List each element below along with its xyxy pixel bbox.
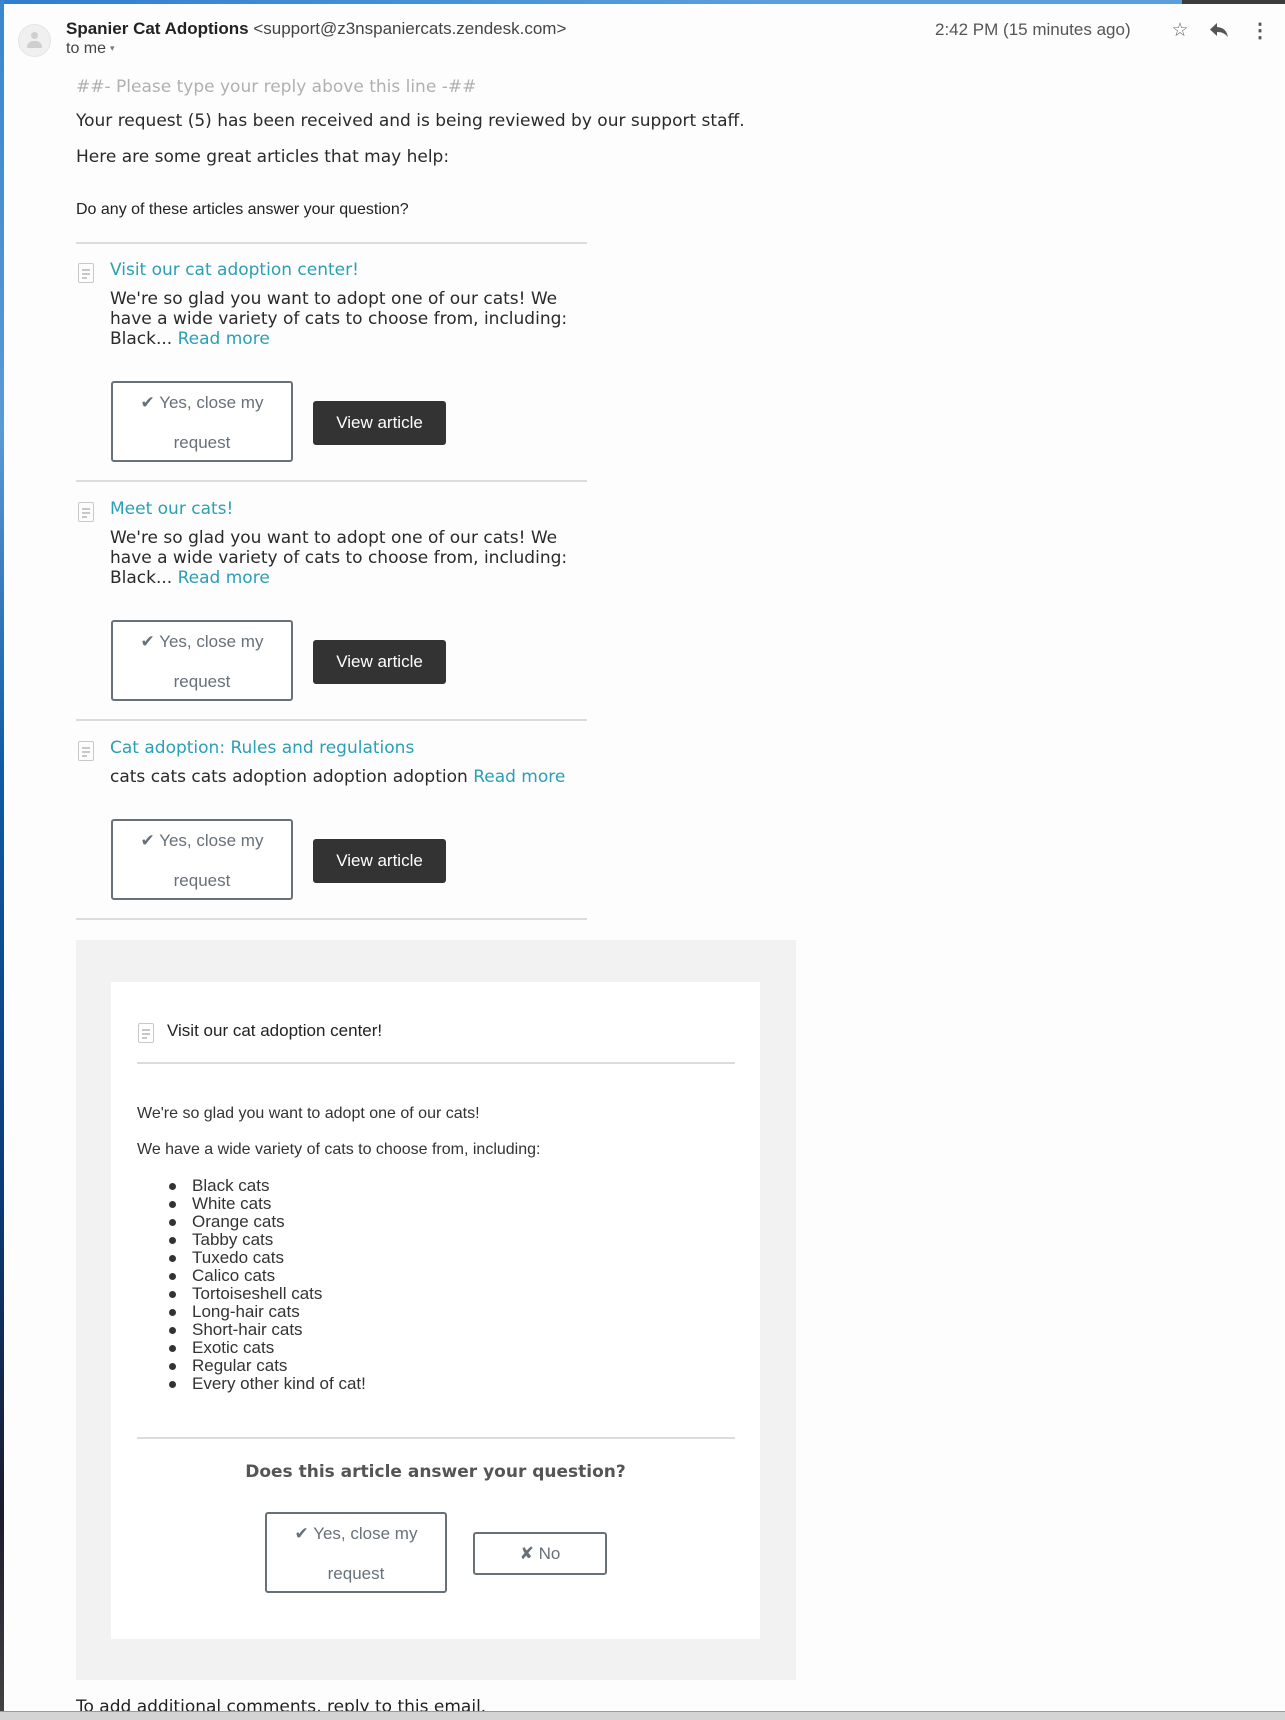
divider <box>76 480 587 482</box>
bullet-icon <box>169 1363 176 1370</box>
yes-close-request-button[interactable]: ✔ Yes, close my request <box>111 381 293 462</box>
cat-type-item: Long-hair cats <box>137 1303 366 1321</box>
reply-above-line: ##- Please type your reply above this li… <box>76 77 477 97</box>
sender-avatar <box>18 24 51 57</box>
yes-close-request-button[interactable]: ✔ Yes, close my request <box>265 1512 447 1593</box>
view-article-button[interactable]: View article <box>313 839 446 883</box>
bullet-icon <box>169 1183 176 1190</box>
article-snippet: cats cats cats adoption adoption adoptio… <box>110 767 566 787</box>
document-icon <box>78 263 94 283</box>
sender-name: Spanier Cat Adoptions <box>66 19 249 38</box>
recipient-label: to me <box>66 40 107 57</box>
bullet-icon <box>169 1327 176 1334</box>
desktop-top-strip <box>0 0 1285 4</box>
request-received-text: Your request (5) has been received and i… <box>76 111 745 131</box>
cat-type-item: White cats <box>137 1195 366 1213</box>
reply-icon[interactable] <box>1207 18 1231 42</box>
sender-email: <support@z3nspaniercats.zendesk.com> <box>253 19 567 38</box>
featured-variety: We have a wide variety of cats to choose… <box>137 1141 541 1158</box>
more-options-icon[interactable]: ⋮ <box>1248 18 1272 42</box>
bullet-icon <box>169 1219 176 1226</box>
sender: Spanier Cat Adoptions <support@z3nspanie… <box>66 19 566 39</box>
bullet-icon <box>169 1291 176 1298</box>
cat-type-item: Tabby cats <box>137 1231 366 1249</box>
timestamp: 2:42 PM (15 minutes ago) <box>935 20 1131 39</box>
cat-type-item: Black cats <box>137 1177 366 1195</box>
cat-type-item: Short-hair cats <box>137 1321 366 1339</box>
article-title-link[interactable]: Meet our cats! <box>110 499 233 519</box>
bullet-icon <box>169 1237 176 1244</box>
article-title-link[interactable]: Cat adoption: Rules and regulations <box>110 738 414 758</box>
featured-question: Does this article answer your question? <box>245 1462 626 1482</box>
yes-close-request-button[interactable]: ✔ Yes, close my request <box>111 819 293 900</box>
recipient-toggle[interactable]: to me ▾ <box>66 40 115 58</box>
read-more-link[interactable]: Read more <box>178 329 270 349</box>
divider <box>137 1062 735 1064</box>
article-snippet: We're so glad you want to adopt one of o… <box>110 289 568 349</box>
divider <box>137 1437 735 1439</box>
divider <box>76 918 587 920</box>
divider <box>76 719 587 721</box>
document-icon <box>78 741 94 761</box>
cat-type-item: Calico cats <box>137 1267 366 1285</box>
bullet-icon <box>169 1255 176 1262</box>
bullet-icon <box>169 1309 176 1316</box>
read-more-link[interactable]: Read more <box>473 767 565 787</box>
article-snippet: We're so glad you want to adopt one of o… <box>110 528 568 588</box>
cat-type-item: Every other kind of cat! <box>137 1375 366 1393</box>
divider <box>76 242 587 244</box>
no-button[interactable]: ✘ No <box>473 1532 607 1575</box>
featured-article-title: Visit our cat adoption center! <box>167 1021 383 1040</box>
bullet-icon <box>169 1345 176 1352</box>
view-article-button[interactable]: View article <box>313 401 446 445</box>
cat-type-item: Tuxedo cats <box>137 1249 366 1267</box>
cat-type-item: Tortoiseshell cats <box>137 1285 366 1303</box>
bullet-icon <box>169 1273 176 1280</box>
read-more-link[interactable]: Read more <box>178 568 270 588</box>
yes-close-request-button[interactable]: ✔ Yes, close my request <box>111 620 293 701</box>
cat-types-list: Black cats White cats Orange cats Tabby cat… <box>137 1177 366 1393</box>
articles-question: Do any of these articles answer your que… <box>76 201 409 218</box>
document-icon <box>78 502 94 522</box>
bullet-icon <box>169 1201 176 1208</box>
cat-type-item: Orange cats <box>137 1213 366 1231</box>
articles-intro-text: Here are some great articles that may he… <box>76 147 450 167</box>
desktop-left-strip <box>0 0 4 1719</box>
featured-intro: We're so glad you want to adopt one of o… <box>137 1105 480 1122</box>
cat-type-item: Regular cats <box>137 1357 366 1375</box>
cat-type-item: Exotic cats <box>137 1339 366 1357</box>
document-icon <box>138 1023 154 1043</box>
view-article-button[interactable]: View article <box>313 640 446 684</box>
article-title-link[interactable]: Visit our cat adoption center! <box>110 260 359 280</box>
person-icon <box>31 32 38 39</box>
bullet-icon <box>169 1381 176 1388</box>
star-icon[interactable]: ☆ <box>1168 18 1192 42</box>
caret-down-icon: ▾ <box>110 43 115 54</box>
